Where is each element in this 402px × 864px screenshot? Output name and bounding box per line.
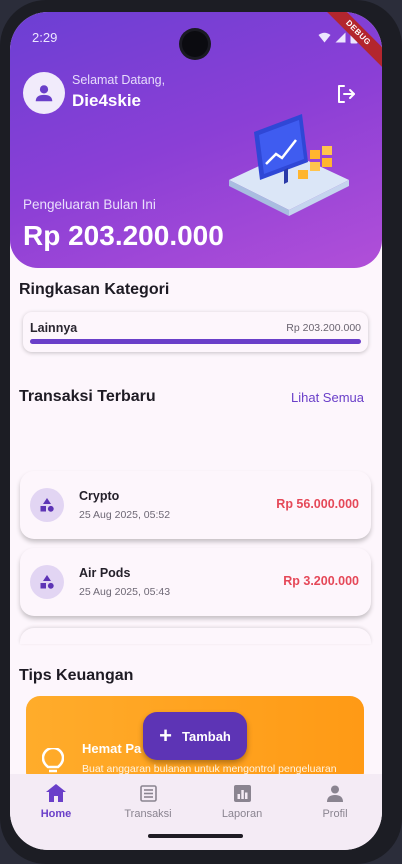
category-icon bbox=[30, 565, 64, 599]
category-summary-title: Ringkasan Kategori bbox=[19, 281, 170, 298]
home-icon bbox=[16, 782, 96, 804]
status-time: 2:29 bbox=[32, 30, 58, 45]
add-transaction-label: Tambah bbox=[181, 728, 231, 744]
list-icon bbox=[108, 782, 188, 804]
category-name: Lainnya bbox=[30, 321, 78, 335]
home-indicator bbox=[148, 834, 243, 838]
plus-icon: + bbox=[159, 723, 172, 748]
wifi-icon bbox=[318, 32, 331, 43]
logout-icon bbox=[338, 85, 355, 103]
nav-item-reports[interactable]: Laporan bbox=[202, 782, 282, 820]
category-amount: Rp 203.200.000 bbox=[286, 322, 361, 334]
nav-label-reports: Laporan bbox=[221, 808, 263, 820]
status-bar: 2:29 bbox=[10, 12, 382, 57]
nav-item-home[interactable]: Home bbox=[16, 782, 96, 820]
nav-item-profile[interactable]: Profil bbox=[295, 782, 375, 820]
lightbulb-icon bbox=[42, 748, 64, 773]
camera-cutout bbox=[182, 31, 208, 57]
transaction-date: 25 Aug 2025, 05:52 bbox=[79, 509, 171, 521]
transaction-date: 25 Aug 2025, 05:43 bbox=[79, 586, 171, 598]
signal-icon bbox=[335, 32, 346, 43]
phone-frame: 2:29 DEBUG Selamat Datang, Die4skie Peng… bbox=[0, 0, 402, 864]
category-progress-track bbox=[30, 339, 361, 344]
nav-label-transactions: Transaksi bbox=[124, 808, 172, 820]
add-transaction-button[interactable]: + Tambah bbox=[143, 712, 247, 760]
chart-icon bbox=[202, 782, 282, 804]
transaction-amount: Rp 56.000.000 bbox=[276, 497, 359, 511]
tips-title: Tips Keuangan bbox=[19, 667, 134, 684]
avatar[interactable] bbox=[23, 72, 65, 114]
nav-label-home: Home bbox=[40, 808, 72, 820]
transaction-amount: Rp 3.200.000 bbox=[283, 574, 359, 588]
category-progress-fill bbox=[30, 339, 361, 344]
see-all-link[interactable]: Lihat Semua bbox=[291, 390, 364, 405]
username: Die4skie bbox=[72, 91, 141, 110]
monthly-spending-amount: Rp 203.200.000 bbox=[23, 220, 224, 251]
bottom-navigation: Home Transaksi Laporan Profil bbox=[10, 774, 382, 850]
greeting-text: Selamat Datang, bbox=[72, 73, 166, 87]
recent-transactions-title: Transaksi Terbaru bbox=[19, 388, 156, 405]
person-icon bbox=[35, 85, 53, 102]
transaction-name: Air Pods bbox=[79, 566, 131, 580]
person-icon bbox=[295, 782, 375, 804]
transaction-name: Crypto bbox=[79, 489, 120, 503]
transaction-item[interactable]: Crypto 25 Aug 2025, 05:52 Rp 56.000.000 bbox=[20, 471, 371, 539]
hero-header: 2:29 DEBUG Selamat Datang, Die4skie Peng… bbox=[10, 12, 382, 268]
nav-item-transactions[interactable]: Transaksi bbox=[108, 782, 188, 820]
analytics-illustration bbox=[229, 114, 349, 216]
app-screen: 2:29 DEBUG Selamat Datang, Die4skie Peng… bbox=[10, 12, 382, 850]
transaction-item-partial[interactable] bbox=[20, 628, 371, 644]
transaction-item[interactable]: Air Pods 25 Aug 2025, 05:43 Rp 3.200.000 bbox=[20, 548, 371, 616]
category-icon bbox=[30, 488, 64, 522]
category-card[interactable]: Lainnya Rp 203.200.000 bbox=[23, 312, 368, 352]
nav-label-profile: Profil bbox=[322, 808, 348, 820]
monthly-spending-label: Pengeluaran Bulan Ini bbox=[23, 197, 156, 212]
tip-card-title: Hemat Pa bbox=[82, 741, 142, 756]
logout-button[interactable] bbox=[334, 82, 358, 106]
